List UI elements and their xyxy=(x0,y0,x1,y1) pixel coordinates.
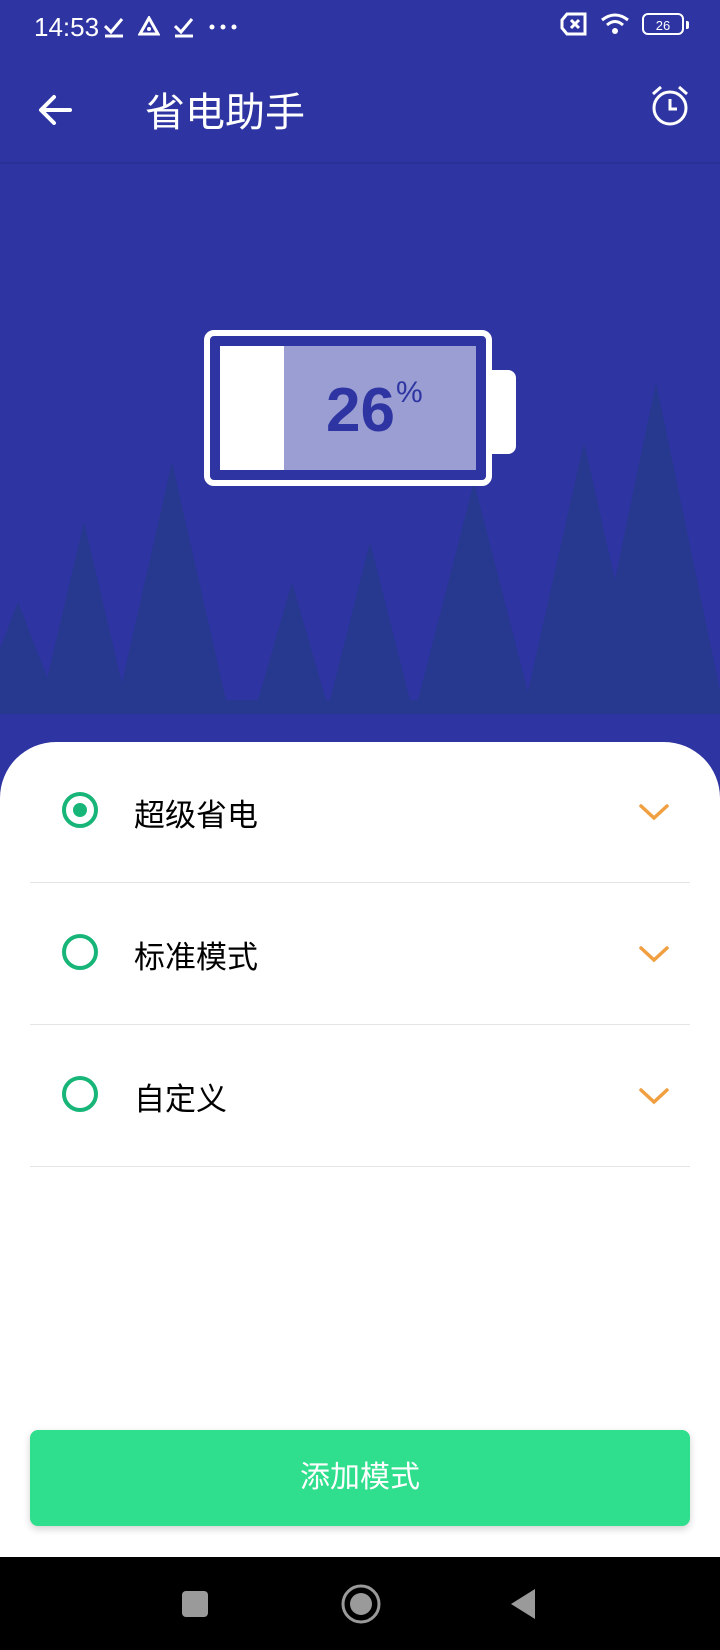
status-icons-left xyxy=(104,16,238,38)
mode-row-standard[interactable]: 标准模式 xyxy=(30,884,690,1025)
battery-empty-part xyxy=(220,346,284,470)
home-button[interactable] xyxy=(340,1583,382,1625)
page-title: 省电助手 xyxy=(145,90,305,136)
chevron-down-icon[interactable] xyxy=(638,1086,670,1106)
status-icons-right: 26 xyxy=(560,12,689,36)
battery-hero: 26 % xyxy=(0,162,720,752)
app-bar: 省电助手 xyxy=(0,56,720,162)
chevron-down-icon[interactable] xyxy=(638,944,670,964)
check-icon xyxy=(174,18,194,38)
battery-graphic: 26 % xyxy=(204,330,492,486)
battery-icon: 26 xyxy=(642,13,689,35)
more-icon xyxy=(209,24,237,30)
status-bar: 14:53 26 xyxy=(0,0,720,56)
drive-icon xyxy=(138,16,160,36)
battery-cap xyxy=(492,370,516,454)
battery-percent: 26 xyxy=(326,376,395,445)
check-icon xyxy=(104,18,124,38)
wifi-icon xyxy=(601,13,629,34)
mode-label: 自定义 xyxy=(134,1082,227,1118)
chevron-down-icon[interactable] xyxy=(638,802,670,822)
alarm-clock-icon[interactable] xyxy=(646,82,694,130)
recent-apps-button[interactable] xyxy=(180,1589,210,1619)
status-time: 14:53 xyxy=(34,12,100,42)
radio-selected[interactable] xyxy=(62,792,98,828)
mode-label: 标准模式 xyxy=(134,940,258,976)
radio-unselected[interactable] xyxy=(62,934,98,970)
radio-unselected[interactable] xyxy=(62,1076,98,1112)
battery-level-fill: 26 % xyxy=(220,346,476,470)
sim-off-icon xyxy=(560,12,587,36)
mode-row-super-saving[interactable]: 超级省电 xyxy=(30,742,690,883)
back-nav-button[interactable] xyxy=(508,1587,538,1621)
add-mode-button[interactable]: 添加模式 xyxy=(30,1430,690,1526)
battery-percent-unit: % xyxy=(396,376,423,409)
system-nav-bar xyxy=(0,1557,720,1650)
back-button[interactable] xyxy=(32,86,80,134)
mode-label: 超级省电 xyxy=(134,798,258,834)
mode-row-custom[interactable]: 自定义 xyxy=(30,1026,690,1167)
